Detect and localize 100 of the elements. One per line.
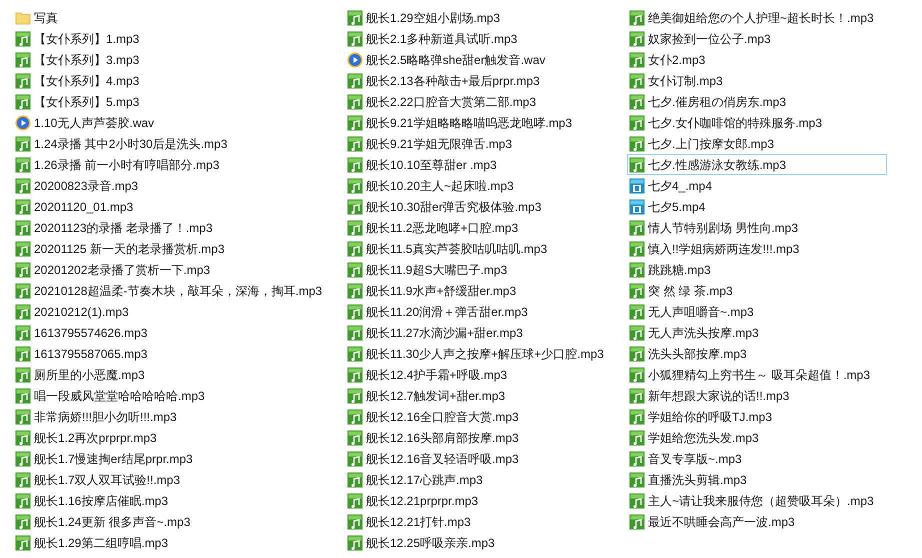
file-item[interactable]: 学姐给你的呼吸TJ.mp3 <box>627 406 887 427</box>
file-item[interactable]: 情人节特别剧场 男性向.mp3 <box>627 217 887 238</box>
file-item[interactable]: 洗头头部按摩.mp3 <box>627 343 887 364</box>
file-item[interactable]: 20201202老录播了赏析一下.mp3 <box>13 259 345 280</box>
file-item[interactable]: 女仆2.mp3 <box>627 49 887 70</box>
audio-file-icon <box>347 178 363 194</box>
file-item[interactable]: 20201123的录播 老录播了！.mp3 <box>13 217 345 238</box>
file-item[interactable]: 舰长11.9超S大嘴巴子.mp3 <box>345 259 627 280</box>
audio-file-icon <box>629 514 645 530</box>
file-item[interactable]: 舰长1.2再次prprpr.mp3 <box>13 427 345 448</box>
file-item[interactable]: 舰长11.20润滑＋弹舌甜er.mp3 <box>345 301 627 322</box>
file-item[interactable]: 写真 <box>13 7 345 28</box>
file-item[interactable]: 舰长12.17心跳声.mp3 <box>345 469 627 490</box>
file-item[interactable]: 七夕5.mp4 <box>627 196 887 217</box>
file-item[interactable]: 舰长1.29空姐小剧场.mp3 <box>345 7 627 28</box>
file-item[interactable]: 【女仆系列】4.mp3 <box>13 70 345 91</box>
file-item[interactable]: 舰长9.21学姐无限弹舌.mp3 <box>345 133 627 154</box>
file-item[interactable]: 七夕4_.mp4 <box>627 175 887 196</box>
file-item[interactable]: 舰长12.16音叉轻语呼吸.mp3 <box>345 448 627 469</box>
file-item[interactable]: 音叉专享版~.mp3 <box>627 448 887 469</box>
audio-file-icon <box>347 72 363 88</box>
file-item[interactable]: 舰长12.4护手霜+呼吸.mp3 <box>345 364 627 385</box>
file-item[interactable]: 舰长1.7双人双耳试验!!.mp3 <box>13 469 345 490</box>
audio-file-icon <box>347 136 363 152</box>
file-item[interactable]: 【女仆系列】3.mp3 <box>13 49 345 70</box>
file-item[interactable]: 无人声咀嚼音~.mp3 <box>627 301 887 322</box>
file-item[interactable]: 【女仆系列】5.mp3 <box>13 91 345 112</box>
file-item[interactable]: 跳跳糖.mp3 <box>627 259 887 280</box>
file-item[interactable]: 女仆订制.mp3 <box>627 70 887 91</box>
file-item[interactable]: 1.10无人声芦荟胶.wav <box>13 112 345 133</box>
file-item[interactable]: 舰长2.1多种新道具试听.mp3 <box>345 28 627 49</box>
audio-file-icon <box>629 114 645 130</box>
file-item[interactable]: 舰长1.24更新 很多声音~.mp3 <box>13 511 345 532</box>
file-item[interactable]: 七夕.上门按摩女郎.mp3 <box>627 133 887 154</box>
file-item[interactable]: 七夕.女仆咖啡馆的特殊服务.mp3 <box>627 112 887 133</box>
file-item[interactable]: 舰长12.16头部肩部按摩.mp3 <box>345 427 627 448</box>
file-item[interactable]: 非常病娇!!!胆小勿听!!!.mp3 <box>13 406 345 427</box>
file-item[interactable]: 突 然 绿 茶.mp3 <box>627 280 887 301</box>
file-item[interactable]: 1613795587065.mp3 <box>13 343 345 364</box>
file-item[interactable]: 1.26录播 前一小时有哼唱部分.mp3 <box>13 154 345 175</box>
file-item[interactable]: 舰长9.21学姐略略略喵呜恶龙咆哮.mp3 <box>345 112 627 133</box>
file-item[interactable]: 舰长11.30少人声之按摩+解压球+少口腔.mp3 <box>345 343 627 364</box>
file-item[interactable]: 直播洗头剪辑.mp3 <box>627 469 887 490</box>
file-item[interactable]: 厕所里的小恶魔.mp3 <box>13 364 345 385</box>
file-item[interactable]: 舰长10.20主人~起床啦.mp3 <box>345 175 627 196</box>
file-item[interactable]: 舰长12.25呼吸亲亲.mp3 <box>345 532 627 553</box>
file-item[interactable]: 学姐给您洗头发.mp3 <box>627 427 887 448</box>
file-item[interactable]: 舰长10.30甜er弹舌究极体验.mp3 <box>345 196 627 217</box>
file-item[interactable]: 舰长11.2恶龙咆哮+口腔.mp3 <box>345 217 627 238</box>
file-item[interactable]: 舰长1.16按摩店催眠.mp3 <box>13 490 345 511</box>
audio-file-icon <box>629 366 645 382</box>
file-item[interactable]: 奴家捡到一位公子.mp3 <box>627 28 887 49</box>
audio-file-icon <box>629 492 645 508</box>
audio-file-icon <box>629 282 645 298</box>
file-item[interactable]: 七夕.催房租の俏房东.mp3 <box>627 91 887 112</box>
file-item[interactable]: 20201120_01.mp3 <box>13 196 345 217</box>
file-item[interactable]: 1613795574626.mp3 <box>13 322 345 343</box>
file-item[interactable]: 20210212(1).mp3 <box>13 301 345 322</box>
file-item[interactable]: 舰长1.29第二组哼唱.mp3 <box>13 532 345 553</box>
file-item[interactable]: 慎入!!学姐病娇两连发!!!.mp3 <box>627 238 887 259</box>
audio-file-icon <box>629 450 645 466</box>
audio-file-icon <box>347 30 363 46</box>
file-item[interactable]: 无人声洗头按摩.mp3 <box>627 322 887 343</box>
file-item[interactable]: 舰长12.21prprpr.mp3 <box>345 490 627 511</box>
file-item[interactable]: 舰长12.16全口腔音大赏.mp3 <box>345 406 627 427</box>
audio-file-icon <box>347 472 363 488</box>
audio-file-icon <box>15 136 31 152</box>
file-item[interactable]: 舰长2.22口腔音大赏第二部.mp3 <box>345 91 627 112</box>
audio-file-icon <box>347 198 363 214</box>
file-item[interactable]: 主人~请让我来服侍您（超赞吸耳朵）.mp3 <box>627 490 887 511</box>
file-item[interactable]: 20200823录音.mp3 <box>13 175 345 196</box>
file-item[interactable]: 唱一段威风堂堂哈哈哈哈哈.mp3 <box>13 385 345 406</box>
audio-file-icon <box>347 430 363 446</box>
file-item[interactable]: 舰长1.7慢速掏er结尾prpr.mp3 <box>13 448 345 469</box>
file-item[interactable]: 小狐狸精勾上穷书生～ 吸耳朵超值！.mp3 <box>627 364 887 385</box>
file-item[interactable]: 最近不哄睡会高产一波.mp3 <box>627 511 887 532</box>
file-item[interactable]: 舰长11.9水声+舒缓甜er.mp3 <box>345 280 627 301</box>
file-item[interactable]: 舰长2.5略略弹she甜er触发音.wav <box>345 49 627 70</box>
audio-file-icon <box>15 534 31 550</box>
file-item[interactable]: 舰长10.10至尊甜er .mp3 <box>345 154 627 175</box>
audio-file-icon <box>347 492 363 508</box>
audio-file-icon <box>629 156 645 172</box>
video-file-icon <box>629 198 645 214</box>
file-item[interactable]: 舰长11.27水滴沙漏+甜er.mp3 <box>345 322 627 343</box>
file-item[interactable]: 舰长12.21打针.mp3 <box>345 511 627 532</box>
file-item[interactable]: 舰长11.5真实芦荟胶咕叽咕叽.mp3 <box>345 238 627 259</box>
file-item[interactable]: 七夕.性感游泳女教练.mp3 <box>627 154 887 175</box>
file-item[interactable]: 舰长2.13各种敲击+最后prpr.mp3 <box>345 70 627 91</box>
file-item[interactable]: 新年想跟大家说的话!!.mp3 <box>627 385 887 406</box>
file-item[interactable]: 20201125 新一天的老录播赏析.mp3 <box>13 238 345 259</box>
file-item[interactable]: 【女仆系列】1.mp3 <box>13 28 345 49</box>
audio-file-icon <box>15 72 31 88</box>
file-item[interactable]: 绝美御姐给您の个人护理~超长时长！.mp3 <box>627 7 887 28</box>
audio-file-icon <box>347 450 363 466</box>
file-item[interactable]: 1.24录播 其中2小时30后是洗头.mp3 <box>13 133 345 154</box>
audio-file-icon <box>15 94 31 110</box>
file-item[interactable]: 舰长12.7触发词+甜er.mp3 <box>345 385 627 406</box>
audio-file-icon <box>629 136 645 152</box>
audio-file-icon <box>15 178 31 194</box>
file-item[interactable]: 20210128超温柔-节奏木块，敲耳朵，深海，掏耳.mp3 <box>13 280 345 301</box>
